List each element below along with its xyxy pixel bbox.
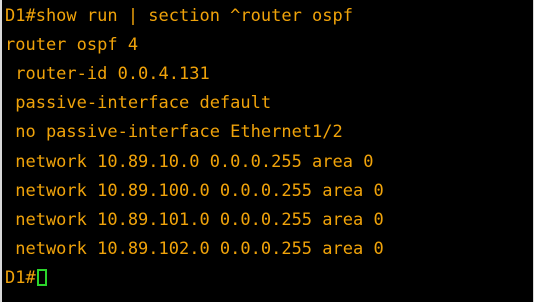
output-line: network 10.89.102.0 0.0.0.255 area 0: [5, 239, 384, 259]
output-line: router ospf 4: [5, 35, 139, 55]
output-line: network 10.89.100.0 0.0.0.255 area 0: [5, 181, 384, 201]
text-cursor: [36, 269, 47, 286]
output-line: passive-interface default: [5, 93, 272, 113]
output-line: no passive-interface Ethernet1/2: [5, 122, 343, 142]
terminal-window[interactable]: D1#show run | section ^router ospf route…: [0, 0, 534, 302]
output-line: network 10.89.101.0 0.0.0.255 area 0: [5, 210, 384, 230]
prompt-text: D1#: [5, 268, 36, 288]
prompt-line[interactable]: D1#: [5, 268, 47, 288]
command-line: D1#show run | section ^router ospf: [5, 6, 353, 26]
output-line: network 10.89.10.0 0.0.0.255 area 0: [5, 152, 374, 172]
output-line: router-id 0.0.4.131: [5, 64, 210, 84]
